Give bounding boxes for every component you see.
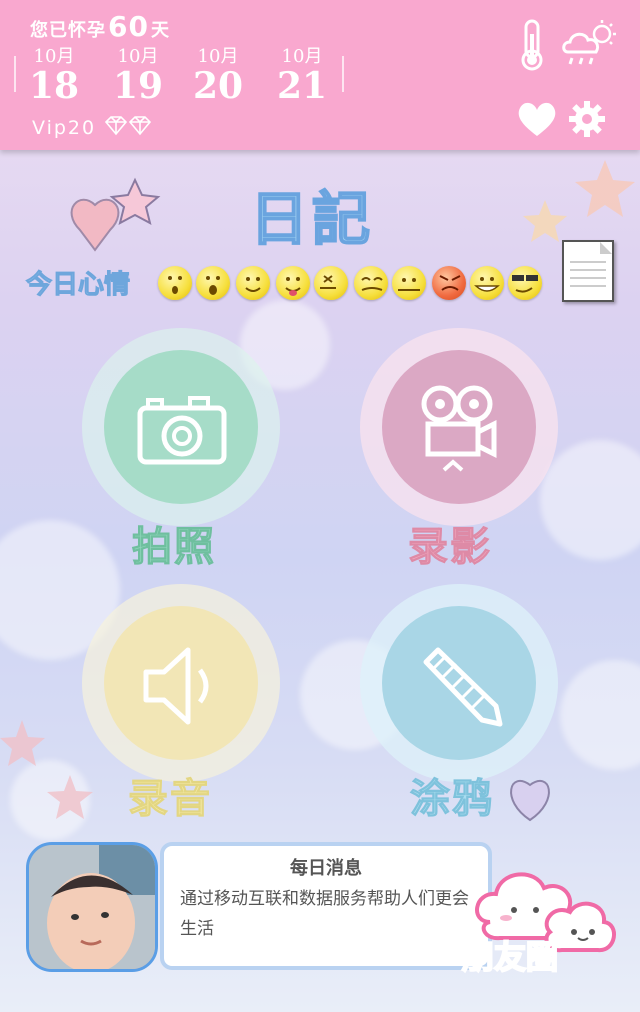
gear-icon[interactable]: [568, 100, 606, 138]
video-camera-icon: [421, 385, 497, 472]
header-bar: 您已怀孕60 天 10月 18 10月 19 10月 20 10月 21 Vip2…: [0, 0, 640, 150]
pregnancy-days: 60: [108, 10, 149, 43]
diary-title: 日記: [249, 184, 375, 254]
camera-icon: [137, 396, 227, 465]
notepad-lines: [570, 242, 612, 287]
audio-button[interactable]: [82, 584, 280, 782]
pregnancy-counter: 您已怀孕60 天: [30, 10, 170, 43]
date-day: 21: [276, 65, 328, 107]
mood-label: 今日心情: [25, 270, 131, 301]
date-strip[interactable]: 10月 18 10月 19 10月 20 10月 21: [12, 42, 352, 106]
weather-icon[interactable]: [560, 18, 622, 70]
heart-icon[interactable]: [516, 100, 558, 138]
photo-label[interactable]: 拍照: [132, 514, 216, 572]
video-label[interactable]: 录影: [408, 514, 492, 572]
date-day: 19: [112, 65, 164, 107]
audio-label[interactable]: 录音: [128, 766, 212, 824]
vip-level: Vip20: [32, 116, 152, 139]
speaker-icon: [143, 647, 209, 725]
notepad-icon[interactable]: [562, 240, 614, 302]
bokeh-decoration: [560, 660, 640, 770]
pencil-icon: [423, 647, 503, 727]
date-day: 20: [192, 65, 244, 107]
video-button-inner: [382, 350, 536, 504]
date-item[interactable]: 10月 18: [24, 42, 84, 104]
doodle-label[interactable]: 涂鸦: [410, 766, 494, 824]
doodle-button[interactable]: [360, 584, 558, 782]
date-item[interactable]: 10月 20: [188, 42, 248, 104]
doodle-button-inner: [382, 606, 536, 760]
message-title: 每日消息: [290, 858, 362, 879]
heart-sticker-decoration: [70, 177, 161, 252]
photo-button-inner: [104, 350, 258, 504]
mood-faces-details: [168, 275, 538, 296]
audio-button-inner: [104, 606, 258, 760]
video-button[interactable]: [360, 328, 558, 526]
vip-label: Vip20: [32, 117, 97, 139]
avatar[interactable]: [26, 842, 158, 972]
friends-circle-label[interactable]: 朋友圈: [461, 932, 559, 978]
pregnancy-prefix: 您已怀孕: [30, 20, 106, 41]
photo-button[interactable]: [82, 328, 280, 526]
daily-message-card[interactable]: 每日消息 通过移动互联和数据服务帮助人们更会生活: [160, 842, 492, 970]
baby-photo: [29, 845, 155, 969]
thermometer-icon[interactable]: [516, 18, 548, 72]
date-item[interactable]: 10月 19: [108, 42, 168, 104]
date-day: 18: [28, 65, 80, 107]
bokeh-decoration: [540, 440, 640, 560]
pregnancy-suffix: 天: [150, 20, 170, 41]
diamond-icon: [105, 116, 152, 136]
stars-sticker-decoration: [0, 720, 93, 819]
date-item[interactable]: 10月 21: [272, 42, 332, 104]
message-body: 通过移动互联和数据服务帮助人们更会生活: [180, 889, 469, 939]
